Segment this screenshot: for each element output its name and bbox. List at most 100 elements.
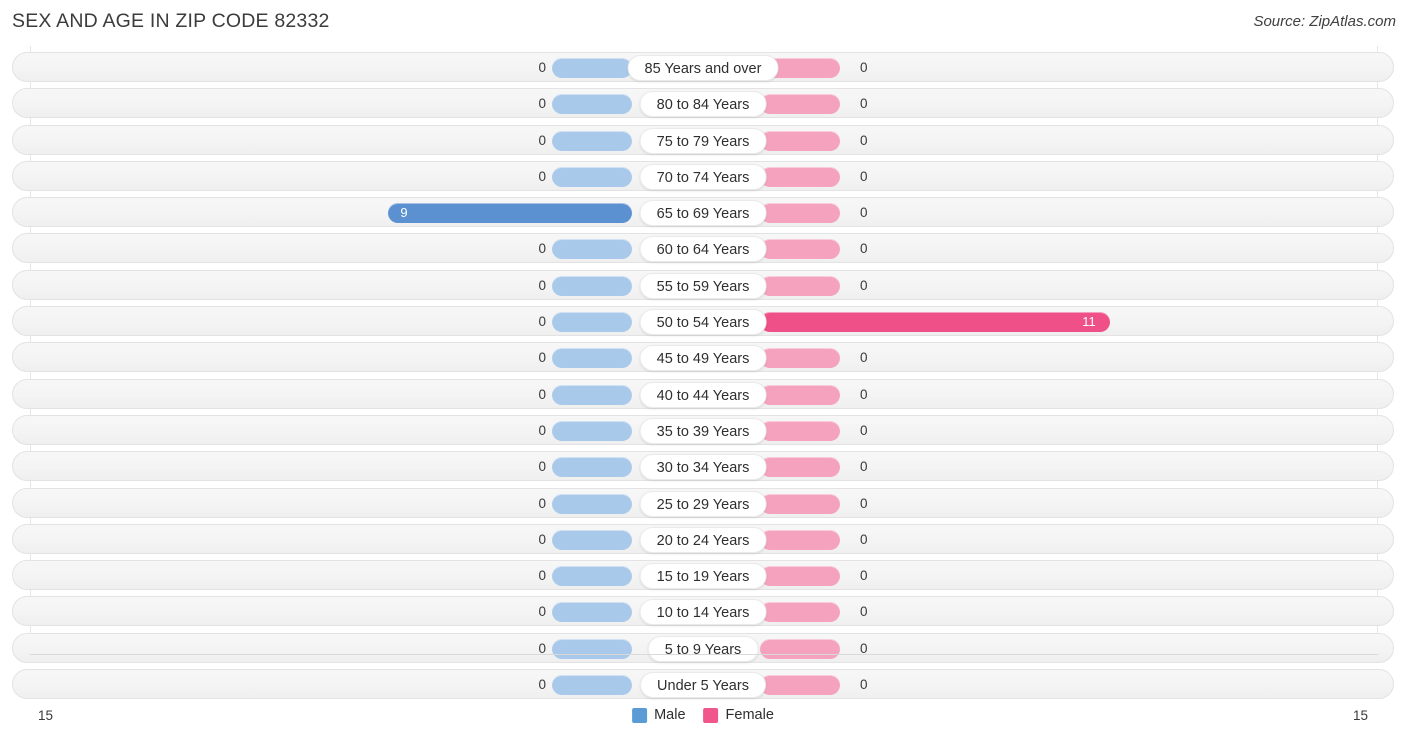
bar-male [552,529,632,550]
bar-female [760,348,840,369]
value-label-female: 0 [860,132,868,148]
bar-male [552,493,632,514]
bar-female [760,166,840,187]
value-label-male: 0 [538,459,546,475]
value-label-female: 0 [860,168,868,184]
value-label-female: 0 [860,386,868,402]
legend-item-female[interactable]: Female [703,707,774,723]
table-row: 0 0 Under 5 Years [0,669,1406,700]
row-track: 0 0 10 to 14 Years [12,596,1394,627]
bar-female: 11 [760,312,1110,333]
bar-male [552,602,632,623]
bar-female [760,638,840,659]
row-track: 9 0 65 to 69 Years [12,197,1394,228]
age-group-label: 50 to 54 Years [639,309,767,336]
axis-tick-left: 15 [38,708,54,723]
value-label-male: 0 [538,314,546,330]
row-track: 0 0 15 to 19 Years [12,560,1394,591]
value-label-male: 0 [538,168,546,184]
legend-swatch-female-icon [703,707,719,723]
table-row: 0 0 70 to 74 Years [0,160,1406,191]
table-row: 0 0 85 Years and over [0,52,1406,82]
table-row: 0 0 40 to 44 Years [0,378,1406,409]
table-row: 0 0 45 to 49 Years [0,342,1406,373]
age-group-label: 80 to 84 Years [639,91,767,118]
page-title: SEX AND AGE IN ZIP CODE 82332 [12,10,330,32]
bar-value-male: 9 [400,205,408,221]
bar-male [552,275,632,296]
source-attribution: Source: ZipAtlas.com [1253,13,1396,30]
bar-female [760,203,840,224]
age-group-label: 20 to 24 Years [639,526,767,553]
table-row: 0 0 20 to 24 Years [0,523,1406,554]
value-label-female: 0 [860,459,868,475]
row-track: 0 0 55 to 59 Years [12,269,1394,300]
age-group-label: 40 to 44 Years [639,381,767,408]
legend-label-male: Male [654,707,686,723]
bar-female [760,493,840,514]
bar-male [552,638,632,659]
legend-swatch-male-icon [632,707,648,723]
row-track: 0 0 80 to 84 Years [12,88,1394,119]
value-label-female: 0 [860,277,868,293]
chart-page: SEX AND AGE IN ZIP CODE 82332 Source: Zi… [0,0,1406,740]
value-label-male: 0 [538,495,546,511]
table-row: 0 0 55 to 59 Years [0,269,1406,300]
bar-female [760,130,840,151]
value-label-female: 0 [860,422,868,438]
bar-male: 9 [388,203,632,224]
value-label-female: 0 [860,350,868,366]
bar-male [552,58,632,78]
age-group-label: 10 to 14 Years [639,599,767,626]
age-group-label: 65 to 69 Years [639,200,767,227]
table-row: 0 0 75 to 79 Years [0,124,1406,155]
value-label-female: 0 [860,677,868,693]
legend-label-female: Female [725,707,774,723]
age-group-label: 30 to 34 Years [639,454,767,481]
value-label-male: 0 [538,568,546,584]
value-label-female: 0 [860,531,868,547]
row-track: 0 0 25 to 29 Years [12,487,1394,518]
table-row: 0 0 60 to 64 Years [0,233,1406,264]
row-track: 0 0 70 to 74 Years [12,160,1394,191]
value-label-male: 0 [538,277,546,293]
axis-baseline [30,654,1378,655]
bar-female [760,602,840,623]
row-track: 0 0 Under 5 Years [12,669,1394,700]
row-track: 0 0 85 Years and over [12,52,1394,82]
age-group-label: Under 5 Years [640,672,766,699]
age-group-label: 85 Years and over [627,55,779,81]
bar-female [760,420,840,441]
table-row: 005 to 9 Years [0,632,1406,663]
plot-area: 0 0 85 Years and over 0 0 80 to 84 Years 0 0 75 … [0,46,1406,702]
table-row: 9 0 65 to 69 Years [0,197,1406,228]
bar-male [552,420,632,441]
row-track: 0 0 60 to 64 Years [12,233,1394,264]
value-label-female: 0 [860,241,868,257]
bar-female [760,239,840,260]
age-group-label: 25 to 29 Years [639,490,767,517]
table-row: 0 0 15 to 19 Years [0,560,1406,591]
age-group-label: 55 to 59 Years [639,272,767,299]
row-track: 0 0 35 to 39 Years [12,414,1394,445]
chart-header: SEX AND AGE IN ZIP CODE 82332 Source: Zi… [0,0,1406,46]
bar-male [552,130,632,151]
age-group-label: 75 to 79 Years [639,127,767,154]
bar-female [760,275,840,296]
bar-female [760,566,840,587]
value-label-male: 0 [538,241,546,257]
row-track: 005 to 9 Years [12,632,1394,663]
value-label-female: 0 [860,604,868,620]
age-group-label: 5 to 9 Years [647,635,759,662]
table-row: 11 0 50 to 54 Years [0,306,1406,337]
age-group-label: 45 to 49 Years [639,345,767,372]
value-label-female: 0 [860,60,868,75]
value-label-male: 0 [538,604,546,620]
table-row: 0 0 35 to 39 Years [0,414,1406,445]
bar-male [552,384,632,405]
chart-legend: Male Female [632,707,774,723]
bar-male [552,312,632,333]
table-row: 0 0 25 to 29 Years [0,487,1406,518]
legend-item-male[interactable]: Male [632,707,686,723]
row-track: 0 0 45 to 49 Years [12,342,1394,373]
